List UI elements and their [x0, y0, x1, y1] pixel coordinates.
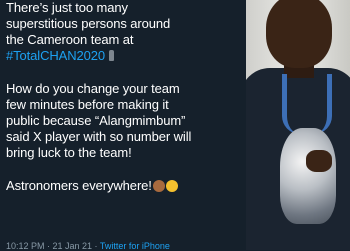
photo-hand [306, 150, 332, 172]
tweet-line: the Cameroon team at [6, 32, 134, 47]
photo-head [266, 0, 332, 68]
tweet-text: There’s just too many superstitious pers… [0, 0, 246, 194]
tweet-line: superstitious persons around [6, 16, 171, 31]
tired-face-icon [165, 180, 178, 192]
tweet-line: How do you change your team [6, 81, 180, 96]
closing-text: Astronomers everywhere! [6, 178, 152, 193]
person-standing-icon [109, 50, 115, 61]
person-facepalming-icon [152, 180, 165, 192]
tweet-line: said X player with so number will [6, 129, 192, 144]
tweet-line: Astronomers everywhere! [6, 178, 246, 194]
photo-lanyard [282, 74, 332, 134]
tweet-line: There’s just too many [6, 0, 128, 15]
tweet-line: bring luck to the team! [6, 145, 132, 160]
trophy-icon [280, 128, 336, 224]
tweet-line: #TotalCHAN2020 [6, 48, 246, 64]
profile-photo [246, 0, 350, 250]
tweet-line: public because “Alangmimbum” [6, 113, 186, 128]
hashtag-link[interactable]: #TotalCHAN2020 [6, 48, 105, 63]
tweet-line: few minutes before making it [6, 97, 169, 112]
